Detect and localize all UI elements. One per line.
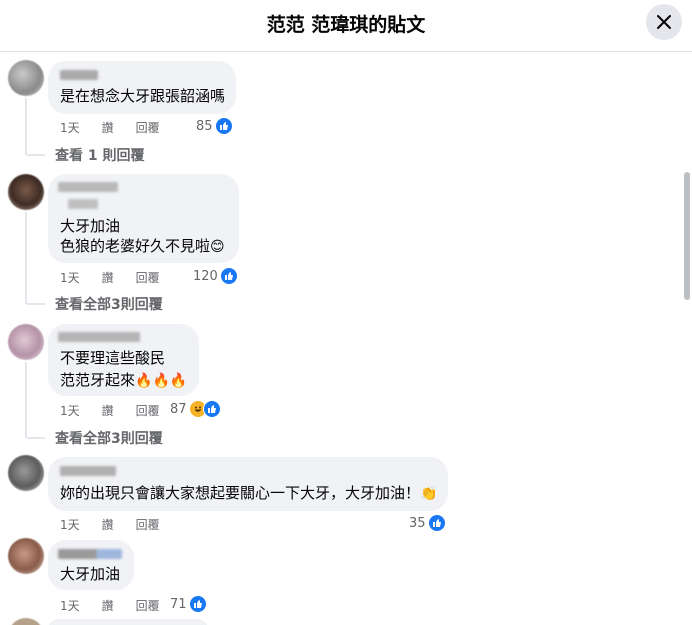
- thumbs-up-icon: [214, 117, 233, 135]
- commenter-name[interactable]: [58, 549, 122, 559]
- thread-line: [25, 98, 27, 155]
- clap-emoji-icon: 👏: [420, 486, 438, 502]
- avatar[interactable]: [8, 174, 44, 210]
- avatar[interactable]: [8, 455, 44, 491]
- avatar[interactable]: [8, 618, 44, 625]
- avatar[interactable]: [8, 324, 44, 360]
- like-count: 120: [193, 268, 218, 284]
- thumbs-up-icon: [202, 400, 221, 418]
- comment-text: 不要理這些酸民: [60, 349, 166, 367]
- dialog-title: 范范 范瑋琪的貼文: [266, 14, 426, 36]
- comment-time[interactable]: 1天: [60, 518, 80, 532]
- thumbs-up-icon: [427, 514, 446, 532]
- comment-bubble: [48, 619, 208, 625]
- comment-meta: 1天 讚 回覆: [60, 269, 182, 286]
- close-icon: [657, 15, 671, 29]
- like-count: 85: [196, 118, 213, 134]
- thread-connector: [27, 154, 45, 156]
- view-replies-link[interactable]: 查看全部3則回覆: [55, 428, 163, 448]
- reaction-count[interactable]: 87: [170, 400, 221, 418]
- commenter-name[interactable]: [60, 70, 98, 80]
- comment-text: 妳的出現只會讓大家想起要關心一下大牙，大牙加油！: [60, 484, 421, 502]
- comment-text: 范范牙起來: [60, 371, 136, 389]
- like-count: 87: [170, 401, 187, 417]
- like-count: 71: [170, 596, 187, 612]
- dialog-header: 范范 范瑋琪的貼文: [0, 0, 692, 52]
- comment-text-line2: 范范牙起來🔥🔥🔥: [60, 370, 187, 391]
- commenter-name[interactable]: [58, 332, 140, 342]
- reply-link[interactable]: 回覆: [136, 121, 160, 135]
- comment-meta: 1天 讚 回覆: [60, 119, 182, 136]
- thumbs-up-icon: [219, 267, 238, 285]
- like-link[interactable]: 讚: [102, 518, 114, 532]
- reply-link[interactable]: 回覆: [136, 599, 160, 613]
- comment-text: 大牙加油: [60, 217, 121, 235]
- thread-connector: [27, 437, 45, 439]
- comment-time[interactable]: 1天: [60, 271, 80, 285]
- close-button[interactable]: [646, 4, 682, 40]
- reply-link[interactable]: 回覆: [136, 404, 160, 418]
- comment-meta: 1天 讚 回覆: [60, 516, 182, 533]
- reply-link[interactable]: 回覆: [136, 271, 160, 285]
- comment-text-line2: 色狼的老婆好久不見啦😊: [60, 236, 225, 257]
- reaction-count[interactable]: 85: [196, 117, 233, 135]
- reaction-count[interactable]: 71: [170, 595, 207, 613]
- reaction-count[interactable]: 35: [409, 514, 446, 532]
- view-replies-link[interactable]: 查看 1 則回覆: [55, 145, 145, 165]
- thread-line: [25, 212, 27, 304]
- comment-text: 大牙加油: [60, 565, 121, 583]
- view-replies-link[interactable]: 查看全部3則回覆: [55, 294, 163, 314]
- comment-meta: 1天 讚 回覆: [60, 597, 182, 614]
- comment-time[interactable]: 1天: [60, 404, 80, 418]
- like-link[interactable]: 讚: [102, 404, 114, 418]
- like-count: 35: [409, 515, 426, 531]
- thumbs-up-icon: [188, 595, 207, 613]
- smile-emoji-icon: 😊: [210, 239, 225, 255]
- comment-text-line: 妳的出現只會讓大家想起要關心一下大牙，大牙加油！👏: [60, 483, 437, 504]
- comment-meta: 1天 讚 回覆: [60, 402, 182, 419]
- reply-link[interactable]: 回覆: [136, 518, 160, 532]
- avatar[interactable]: [8, 538, 44, 574]
- fire-emoji-icon: 🔥🔥🔥: [135, 373, 188, 389]
- like-link[interactable]: 讚: [102, 599, 114, 613]
- commenter-name[interactable]: [60, 466, 116, 476]
- comment-time[interactable]: 1天: [60, 121, 80, 135]
- commenter-name[interactable]: [58, 182, 118, 192]
- avatar[interactable]: [8, 60, 44, 96]
- comment-text: 是在想念大牙跟張韶涵嗎: [60, 87, 226, 105]
- comment-text: 色狼的老婆好久不見啦: [60, 237, 211, 255]
- like-link[interactable]: 讚: [102, 271, 114, 285]
- scrollbar-thumb[interactable]: [684, 172, 690, 300]
- comment-time[interactable]: 1天: [60, 599, 80, 613]
- reaction-count[interactable]: 120: [193, 267, 238, 285]
- thread-line: [25, 362, 27, 438]
- thread-connector: [27, 303, 45, 305]
- commenter-subname: [68, 199, 98, 209]
- like-link[interactable]: 讚: [102, 121, 114, 135]
